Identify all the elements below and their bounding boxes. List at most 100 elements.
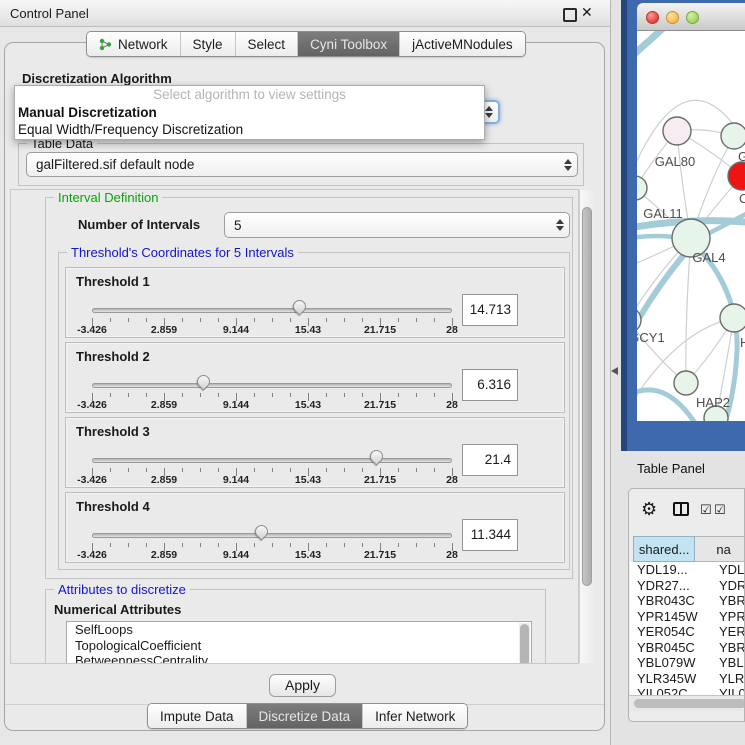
network-window-titlebar[interactable] [637,3,745,31]
network-graph: GAL80GACGAL11GAL4GCY1HHAP2 [637,31,745,421]
cell-name: YER0 [719,624,745,640]
slider-scale-label: 21.715 [350,324,410,336]
slider-scale-label: 2.859 [134,549,194,561]
numerical-attributes-heading: Numerical Attributes [54,602,181,617]
table-row[interactable]: YBR043CYBR0 [630,593,745,609]
algorithm-item-2[interactable]: Equal Width/Frequency Discretization [15,121,484,138]
attribute-item[interactable]: TopologicalCoefficient [67,638,531,654]
slider-tick [398,468,399,472]
cell-shared-name: YDR27... [637,578,690,594]
slider-scale-label: -3.426 [62,549,122,561]
checkbox-column-icon[interactable]: ☑ [714,502,726,518]
slider-tick [434,393,435,397]
attribute-item[interactable]: SelfLoops [67,622,531,638]
tab-jactivemnodules[interactable]: jActiveMNodules [399,32,525,56]
slider-tick [362,393,363,397]
control-panel-titlebar: Control Panel ✕ [0,0,610,27]
slider-scale-label: -3.426 [62,474,122,486]
settings-scrollbar-thumb[interactable] [582,207,592,586]
network-tab-icon [99,38,112,51]
threshold-slider-track[interactable] [92,383,452,388]
num-intervals-combobox[interactable]: 5 [224,212,570,238]
column-header-shared-name[interactable]: shared... [633,536,695,562]
threshold-label: Threshold 2 [76,349,150,364]
slider-tick [182,318,183,322]
network-node[interactable] [674,371,698,395]
threshold-value-field[interactable]: 6.316 [462,369,518,401]
combo-arrows-icon [551,219,569,231]
table-hscrollbar[interactable] [629,695,745,711]
slider-tick [254,393,255,397]
cell-name: YBL0 [719,655,745,671]
network-node-label: GCY1 [637,330,665,345]
network-edge[interactable] [686,238,691,383]
tab-network[interactable]: Network [87,32,180,56]
settings-scrollbar[interactable] [579,190,594,663]
table-row[interactable]: YBR045CYBR0 [630,640,745,656]
slider-scale-label: 2.859 [134,324,194,336]
slider-tick [272,543,273,547]
network-edge-highlighted[interactable] [637,31,673,69]
table-hscrollbar-thumb[interactable] [634,699,745,708]
slider-scale-label: 9.144 [206,549,266,561]
threshold-slider-track[interactable] [92,533,452,538]
slider-tick [128,543,129,547]
table-row[interactable]: YLR345WYLR3 [630,671,745,687]
slider-tick [416,543,417,547]
threshold-panel-4: Threshold 4-3.4262.8599.14415.4321.71528… [65,492,565,563]
slider-tick [362,468,363,472]
attribute-item[interactable]: BetweennessCentrality [67,653,531,664]
threshold-value-field[interactable]: 11.344 [462,519,518,551]
slider-scale-label: 9.144 [206,324,266,336]
tab-infer-network[interactable]: Infer Network [362,704,467,728]
network-node-label: HAP2 [696,395,730,410]
cell-name: YLR3 [719,671,745,687]
control-panel-window: Control Panel ✕ NetworkStyleSelectCyni T… [0,0,611,745]
network-node[interactable] [663,117,691,145]
attributes-scrollbar[interactable] [519,623,530,664]
tab-impute-data[interactable]: Impute Data [148,704,246,728]
table-data-combobox[interactable]: galFiltered.sif default node [26,152,578,177]
minimize-traffic-light[interactable] [666,11,679,24]
table-row[interactable]: YPR145WYPR1 [630,609,745,625]
close-traffic-light[interactable] [646,11,659,24]
algorithm-item-1[interactable]: Manual Discretization [15,104,484,121]
table-row[interactable]: YIL052CYIL0 [630,686,745,695]
algorithm-prompt-item[interactable]: Select algorithm to view settings [15,86,484,104]
slider-scale-label: 15.43 [278,324,338,336]
network-node[interactable] [720,304,745,332]
table-row[interactable]: YBL079WYBL0 [630,655,745,671]
table-row[interactable]: YDR27...YDR2 [630,578,745,594]
network-canvas[interactable]: GAL80GACGAL11GAL4GCY1HHAP2 [637,31,745,421]
cell-shared-name: YPR145W [637,609,698,625]
thresholds-group: Threshold's Coordinates for 5 Intervals … [58,252,570,570]
slider-tick [434,543,435,547]
cell-shared-name: YBR045C [637,640,695,656]
table-body[interactable]: YDL19...YDL1YDR27...YDR2YBR043CYBR0YPR14… [630,562,745,695]
table-row[interactable]: YER054CYER0 [630,624,745,640]
table-row[interactable]: YDL19...YDL1 [630,562,745,578]
slider-tick [362,543,363,547]
float-window-icon[interactable] [563,8,577,22]
threshold-value-field[interactable]: 21.4 [462,444,518,476]
tab-select[interactable]: Select [235,32,298,56]
zoom-traffic-light[interactable] [686,11,699,24]
threshold-slider-track[interactable] [92,458,452,463]
tab-discretize-data[interactable]: Discretize Data [246,704,363,728]
network-node[interactable] [721,123,745,149]
cell-name: YBR0 [719,593,745,609]
slider-tick [128,468,129,472]
gear-icon[interactable]: ⚙ [641,500,657,518]
threshold-value-field[interactable]: 14.713 [462,294,518,326]
threshold-label: Threshold 4 [76,499,150,514]
close-icon[interactable]: ✕ [581,4,593,21]
apply-button[interactable]: Apply [269,674,336,697]
tab-cyni-toolbox[interactable]: Cyni Toolbox [297,32,399,56]
network-node-label: GAL11 [643,206,683,221]
tab-style[interactable]: Style [180,32,235,56]
split-columns-icon[interactable] [673,502,689,516]
column-header-name[interactable]: na [695,536,745,562]
checkbox-column-icon[interactable]: ☑ [700,502,712,518]
attributes-list[interactable]: SelfLoopsTopologicalCoefficientBetweenne… [66,621,532,664]
threshold-slider-track[interactable] [92,308,452,313]
